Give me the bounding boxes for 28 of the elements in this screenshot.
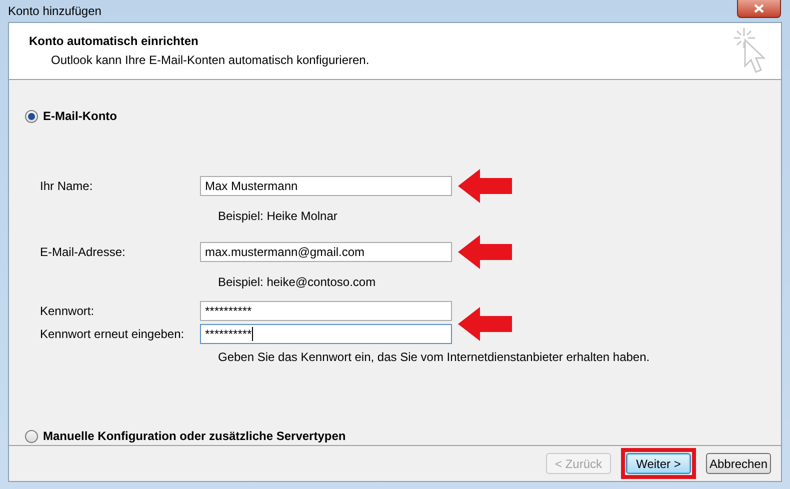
radio-label: Manuelle Konfiguration oder zusätzliche Servertypen xyxy=(43,428,346,445)
text-field[interactable]: Max Mustermann xyxy=(200,176,452,196)
text-field[interactable]: max.mustermann@gmail.com xyxy=(200,242,452,262)
radio-button[interactable] xyxy=(25,110,38,122)
field-value: ********** xyxy=(205,326,252,343)
field-label: E-Mail-Adresse: xyxy=(40,244,126,261)
text-field[interactable]: ********** xyxy=(200,301,452,321)
field-label: Kennwort erneut eingeben: xyxy=(40,326,186,343)
close-icon xyxy=(754,4,764,12)
header-subtitle: Outlook kann Ihre E-Mail-Konten automatisch konfigurieren. xyxy=(50,52,370,69)
field-value: Max Mustermann xyxy=(205,178,298,195)
radio-button[interactable] xyxy=(25,430,38,442)
text-field[interactable]: ********** xyxy=(200,324,452,344)
field-label: Ihr Name: xyxy=(40,178,94,195)
dialog-button[interactable]: Weiter > xyxy=(626,453,691,474)
radio-label: E-Mail-Konto xyxy=(43,108,117,125)
sparkle-cursor-icon xyxy=(731,26,767,74)
close-button[interactable] xyxy=(737,0,781,18)
field-label: Kennwort: xyxy=(40,303,96,320)
field-value: max.mustermann@gmail.com xyxy=(205,244,365,261)
example-hint: Geben Sie das Kennwort ein, das Sie vom Internetdienstanbieter erhalten haben. xyxy=(217,349,651,366)
example-hint: Beispiel: Heike Molnar xyxy=(217,208,338,225)
text-cursor xyxy=(252,327,253,341)
dialog-button[interactable]: Abbrechen xyxy=(706,453,771,474)
field-value: ********** xyxy=(205,303,252,320)
example-hint: Beispiel: heike@contoso.com xyxy=(217,274,377,291)
window-title: Konto hinzufügen xyxy=(8,3,102,20)
header-title: Konto automatisch einrichten xyxy=(29,33,200,50)
